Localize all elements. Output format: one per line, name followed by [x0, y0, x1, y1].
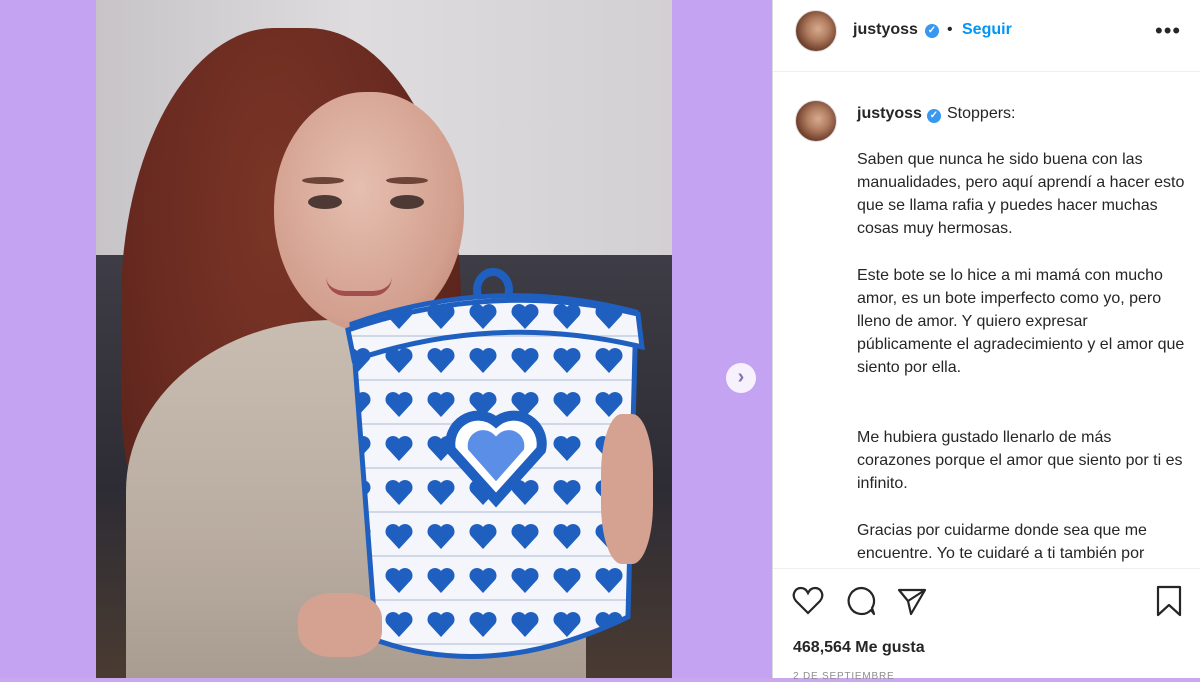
caption-title: Stoppers:: [947, 105, 1016, 122]
caption-username[interactable]: justyoss: [857, 105, 922, 123]
follow-button[interactable]: Seguir: [962, 21, 1012, 39]
author-username[interactable]: justyoss: [853, 21, 918, 39]
bookmark-icon[interactable]: [1151, 583, 1187, 619]
share-icon[interactable]: [894, 583, 930, 619]
action-bar: 468,564 Me gusta 2 DE SEPTIEMBRE: [773, 568, 1200, 682]
post-details-panel: justyoss ✓ • Seguir ••• justyoss ✓ Stopp…: [772, 0, 1200, 682]
comment-icon[interactable]: [843, 583, 879, 619]
more-options-icon[interactable]: •••: [1155, 18, 1181, 44]
post-date: 2 DE SEPTIEMBRE: [793, 671, 895, 682]
author-avatar[interactable]: [795, 10, 837, 52]
caption-paragraph: Este bote se lo hice a mi mamá con mucho…: [857, 267, 1185, 376]
separator-dot: •: [947, 21, 953, 38]
caption-avatar[interactable]: [795, 100, 837, 142]
heart-icon[interactable]: [790, 583, 826, 619]
left-eyebrow: [302, 177, 344, 184]
caption-paragraph: Saben que nunca he sido buena con las ma…: [857, 151, 1185, 237]
right-hand: [601, 414, 653, 564]
verified-badge-icon: ✓: [925, 24, 939, 38]
chevron-right-icon: ›: [737, 366, 745, 388]
left-hand: [298, 593, 382, 657]
post-header: justyoss ✓ • Seguir •••: [773, 0, 1200, 72]
caption-paragraph: Gracias por cuidarme donde sea que me en…: [857, 522, 1147, 562]
media-background: [0, 0, 772, 678]
left-eye: [308, 195, 342, 209]
post-photo: [96, 0, 672, 678]
right-eyebrow: [386, 177, 428, 184]
caption-area: justyoss ✓ Stoppers: Saben que nunca he …: [773, 72, 1200, 566]
caption-paragraph: Me hubiera gustado llenarlo de más coraz…: [857, 429, 1183, 492]
next-image-button[interactable]: ›: [726, 363, 756, 393]
caption-verified-badge-icon: ✓: [927, 109, 941, 123]
like-count[interactable]: 468,564 Me gusta: [793, 639, 925, 657]
right-eye: [390, 195, 424, 209]
